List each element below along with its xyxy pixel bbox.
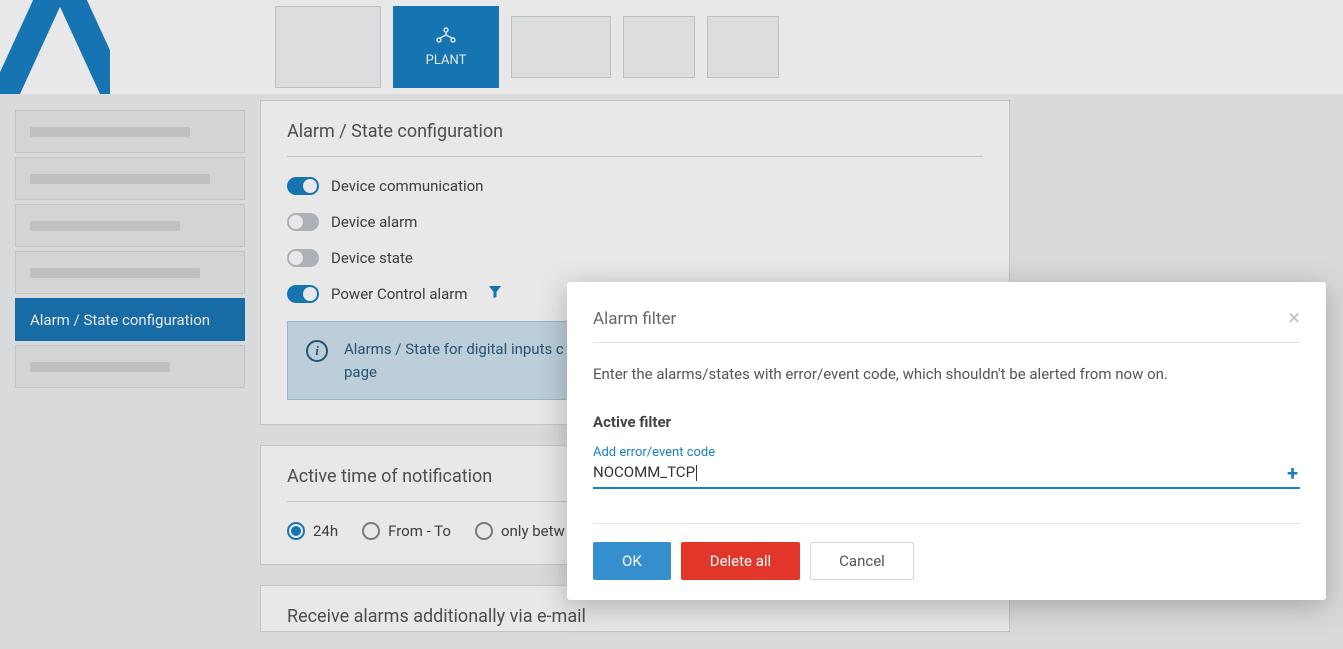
dialog-header: Alarm filter ×: [593, 308, 1300, 343]
alarm-filter-dialog: Alarm filter × Enter the alarms/states w…: [567, 282, 1326, 600]
active-filter-heading: Active filter: [593, 413, 1300, 431]
ok-button[interactable]: OK: [593, 542, 671, 580]
cancel-button[interactable]: Cancel: [810, 542, 914, 580]
delete-all-button[interactable]: Delete all: [681, 542, 800, 580]
dialog-title: Alarm filter: [593, 309, 676, 329]
close-icon[interactable]: ×: [1288, 308, 1300, 330]
dialog-actions: OK Delete all Cancel: [593, 523, 1300, 580]
input-label: Add error/event code: [593, 445, 715, 460]
dialog-description: Enter the alarms/states with error/event…: [593, 365, 1300, 383]
error-code-input-wrap: Add error/event code NOCOMM_TCP +: [593, 459, 1300, 489]
error-code-input[interactable]: NOCOMM_TCP: [593, 459, 1300, 489]
add-icon[interactable]: +: [1287, 461, 1298, 485]
